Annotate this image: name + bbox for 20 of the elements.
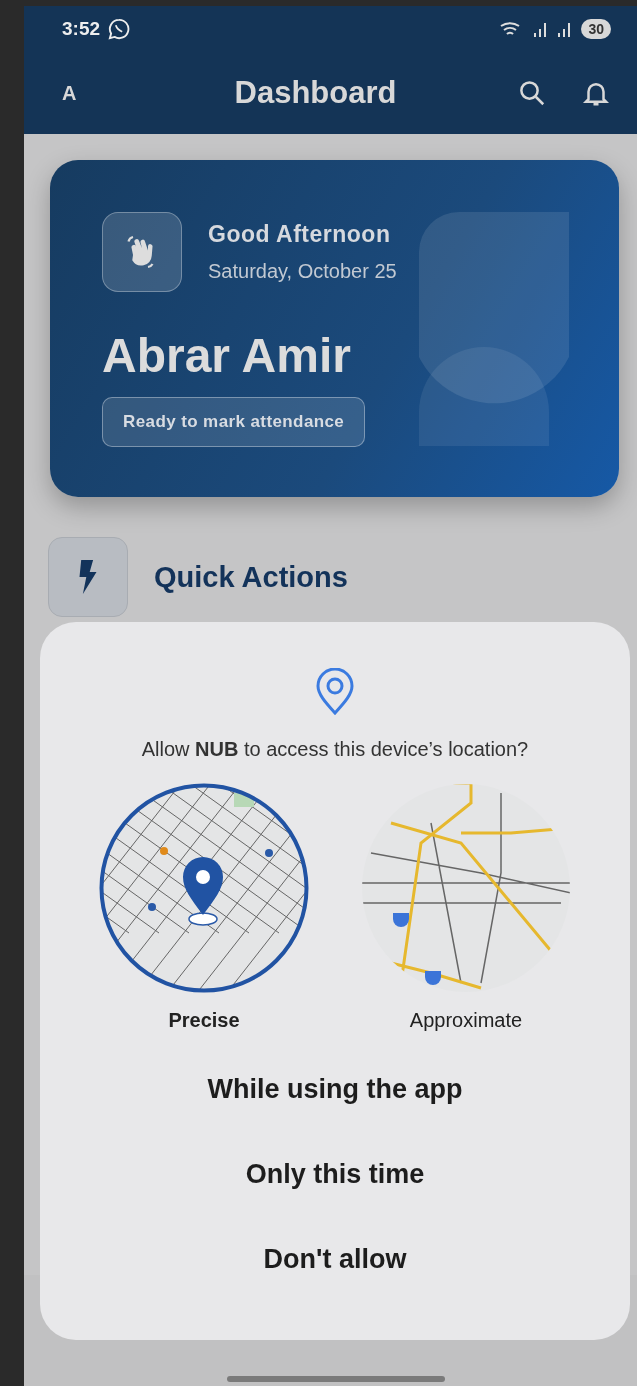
search-icon bbox=[517, 78, 547, 108]
user-name: Abrar Amir bbox=[102, 328, 352, 383]
avatar-button[interactable]: A bbox=[62, 81, 102, 105]
permission-option[interactable]: While using the app bbox=[177, 1060, 493, 1119]
page-title: Dashboard bbox=[233, 75, 398, 111]
status-time: 3:52 bbox=[62, 18, 101, 40]
chat-icon bbox=[108, 18, 131, 40]
lightning-icon bbox=[48, 537, 128, 617]
wave-icon bbox=[102, 212, 182, 292]
precision-option[interactable]: Approximate bbox=[361, 783, 571, 1032]
permission-option[interactable]: Only this time bbox=[215, 1145, 455, 1204]
battery-level: 30 bbox=[581, 19, 611, 39]
date-text: Saturday, October 25 bbox=[208, 260, 397, 283]
precision-option[interactable]: Precise bbox=[99, 783, 309, 1032]
status-chip: Ready to mark attendance bbox=[102, 397, 366, 447]
greeting-text: Good Afternoon bbox=[208, 221, 392, 248]
permission-option[interactable]: Don't allow bbox=[233, 1230, 437, 1289]
permission-question: Allow NUB to access this device’s location? bbox=[141, 738, 529, 761]
section-title: Quick Actions bbox=[154, 560, 348, 594]
location-pin-icon bbox=[315, 668, 355, 716]
